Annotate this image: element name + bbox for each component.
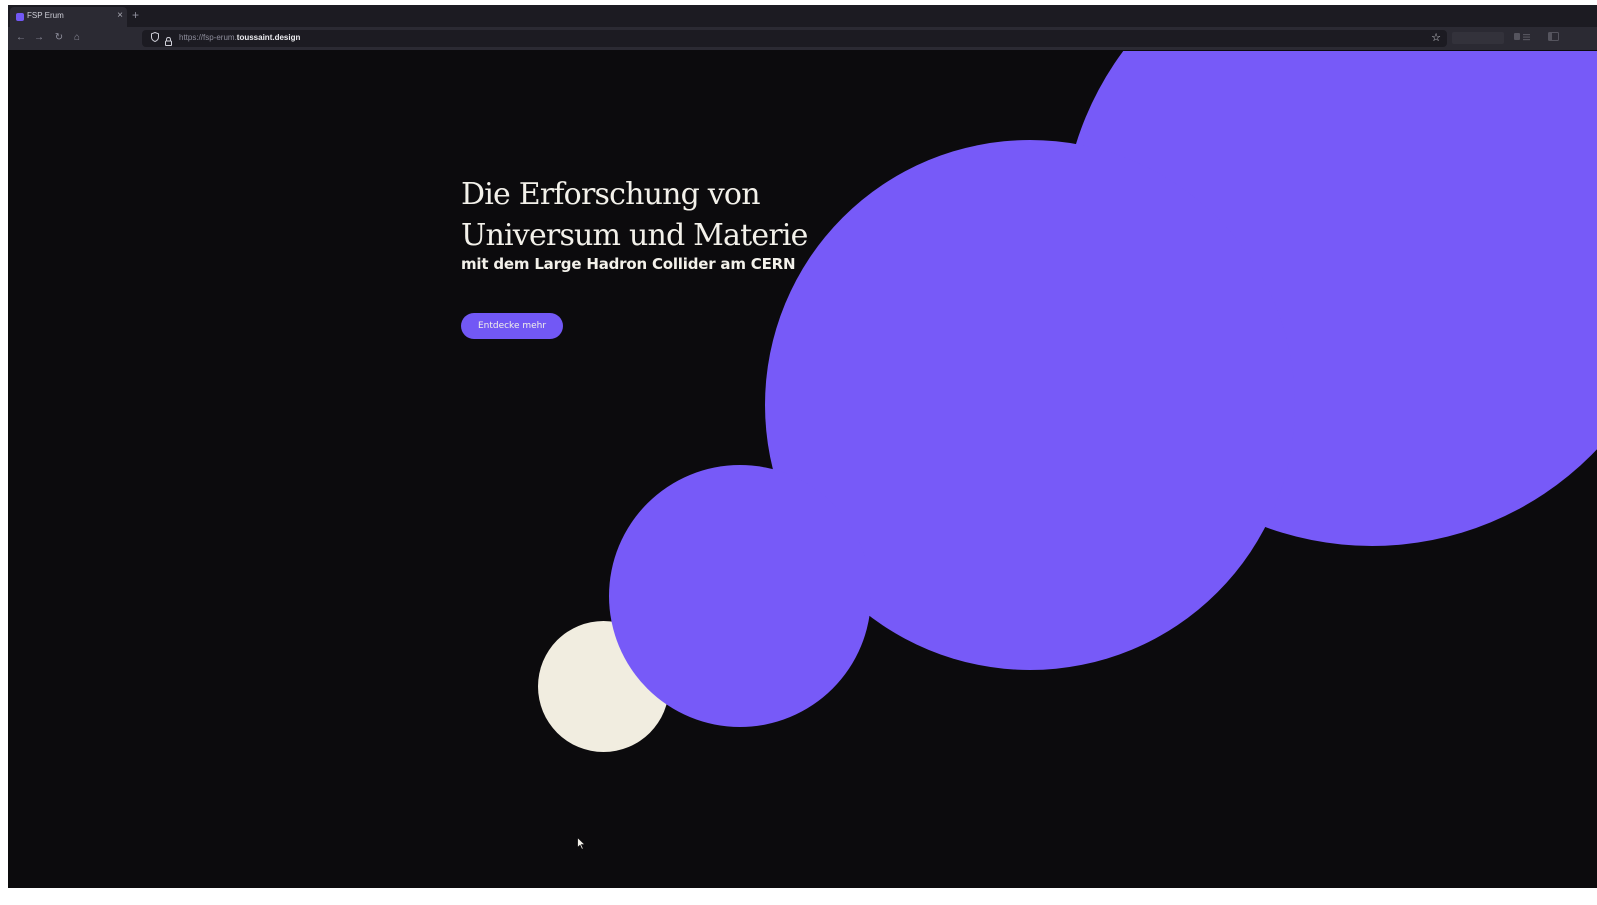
discover-more-button[interactable]: Entdecke mehr bbox=[461, 313, 563, 339]
screen: FSP Erum × + ← → ↻ ⌂ https://fsp-erum.to… bbox=[0, 0, 1597, 905]
home-icon[interactable]: ⌂ bbox=[70, 31, 84, 45]
tab-title: FSP Erum bbox=[27, 11, 64, 20]
url-domain: toussaint.design bbox=[236, 33, 301, 42]
url-prefix: https://fsp-erum. bbox=[179, 33, 237, 42]
browser-tab[interactable]: FSP Erum × bbox=[10, 7, 127, 27]
hero-title: Die Erforschung von Universum und Materi… bbox=[461, 174, 861, 256]
small-purple-circle bbox=[609, 465, 871, 727]
hero-title-line-2: Universum und Materie bbox=[461, 218, 808, 253]
browser-window: FSP Erum × + ← → ↻ ⌂ https://fsp-erum.to… bbox=[8, 5, 1597, 888]
favicon-icon bbox=[16, 13, 24, 21]
tab-bar: FSP Erum × + bbox=[8, 5, 1597, 27]
hero-subtitle: mit dem Large Hadron Collider am CERN bbox=[461, 255, 796, 273]
hero-title-line-1: Die Erforschung von bbox=[461, 177, 761, 212]
hero-section: Die Erforschung von Universum und Materi… bbox=[461, 174, 861, 339]
url-text[interactable]: https://fsp-erum.toussaint.design bbox=[179, 33, 300, 42]
tab-close-icon[interactable]: × bbox=[117, 10, 123, 22]
sidebar-icon[interactable] bbox=[1548, 32, 1560, 44]
mouse-cursor-icon bbox=[577, 837, 586, 850]
star-icon[interactable]: ☆ bbox=[1431, 31, 1441, 45]
shield-icon[interactable] bbox=[151, 31, 159, 46]
reload-icon[interactable]: ↻ bbox=[52, 31, 66, 45]
back-icon[interactable]: ← bbox=[14, 31, 28, 45]
url-bar[interactable]: https://fsp-erum.toussaint.design ☆ bbox=[142, 30, 1447, 47]
extension-icon[interactable] bbox=[1452, 32, 1504, 44]
web-page: Die Erforschung von Universum und Materi… bbox=[8, 51, 1597, 888]
forward-icon[interactable]: → bbox=[32, 31, 46, 45]
nav-bar: ← → ↻ ⌂ https://fsp-erum.toussaint.desig… bbox=[8, 27, 1597, 51]
menu-icon[interactable] bbox=[1514, 32, 1534, 44]
lock-icon[interactable] bbox=[165, 33, 172, 46]
new-tab-icon[interactable]: + bbox=[132, 8, 139, 22]
